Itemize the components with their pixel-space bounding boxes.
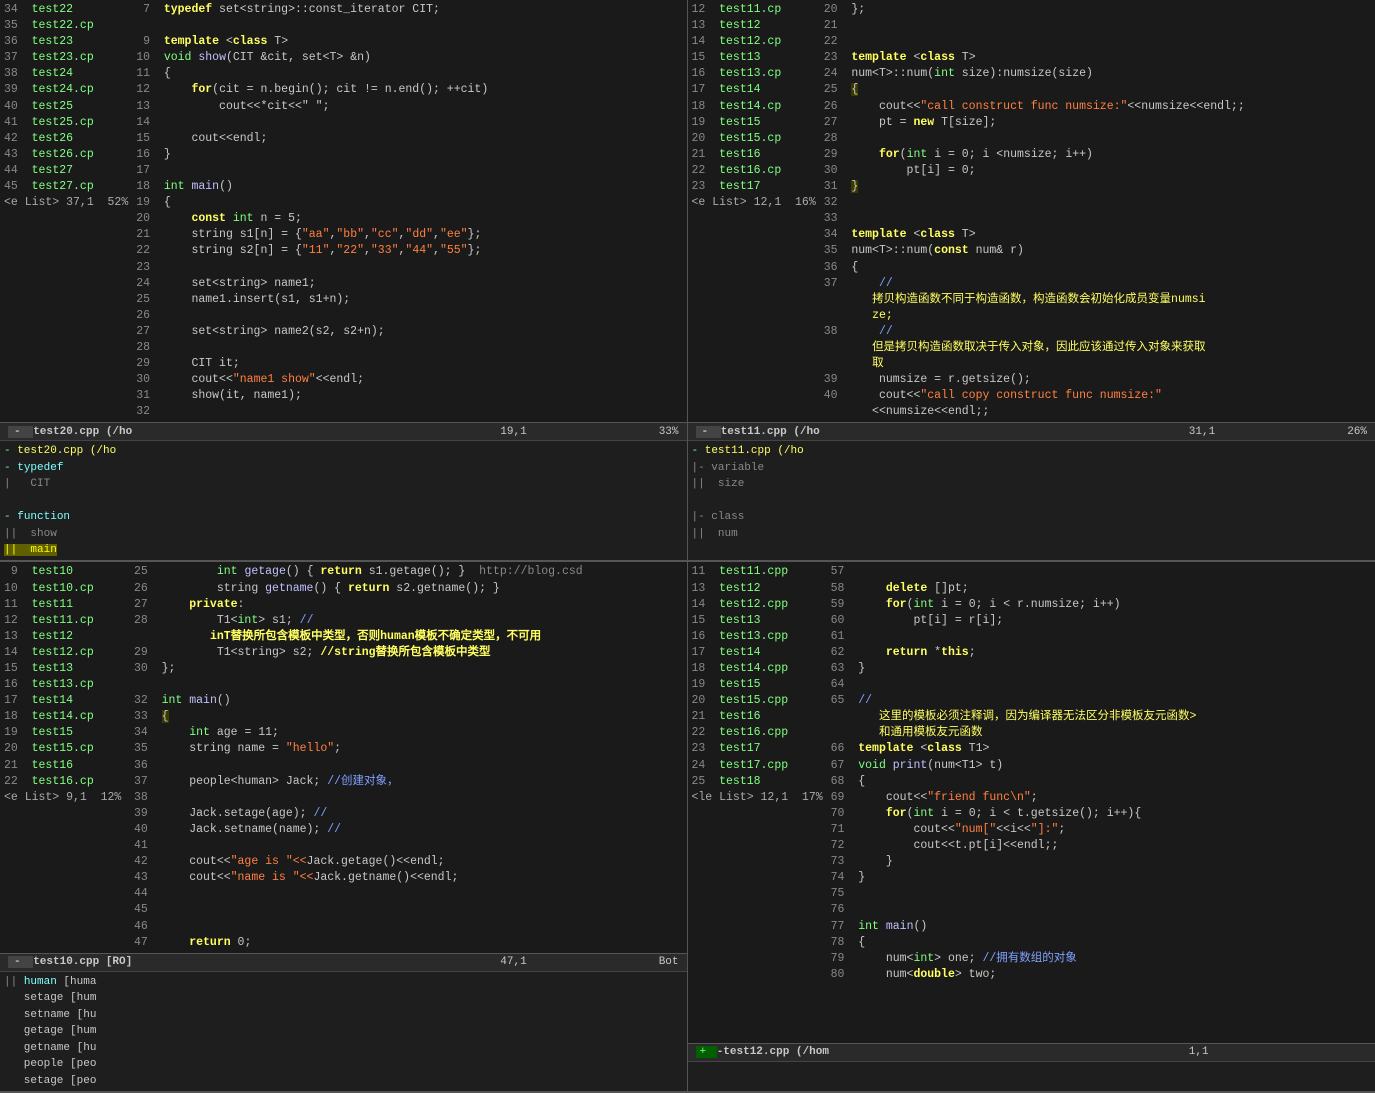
top-right-content: 12 test11.cp 13 test12 14 test12.cp 15 t…	[688, 0, 1375, 422]
top-right-status-pos: 31,1 26%	[1189, 426, 1367, 438]
bottom-right-content: 11 test11.cpp 13 test12 14 test12.cpp 15…	[688, 562, 1375, 1042]
bottom-left-filelist: 9 test10 10 test10.cp 11 test11 12 test1…	[0, 562, 130, 952]
bottom-right-pane: 11 test11.cpp 13 test12 14 test12.cpp 15…	[688, 562, 1375, 1090]
bottom-left-status-pos: 47,1 Bot	[500, 956, 678, 968]
top-left-status: - test20.cpp (/ho 19,1 33%	[0, 422, 687, 440]
top-row: 34 test22 35 test22.cp 36 test23 37 test…	[0, 0, 1375, 562]
top-left-status-left: - test20.cpp (/ho	[8, 426, 132, 438]
bottom-right-code: 57 58 delete []pt; 59 for(int i = 0; i <…	[827, 562, 1375, 1042]
top-right-pane: 12 test11.cp 13 test12 14 test12.cp 15 t…	[688, 0, 1375, 560]
bottom-right-status-pos: 1,1	[1189, 1046, 1367, 1058]
bottom-right-status-left: + -test12.cpp (/hom	[696, 1046, 829, 1058]
bottom-left-status: - test10.cpp [RO] 47,1 Bot	[0, 953, 687, 971]
bottom-right-tags	[688, 1061, 1375, 1091]
top-left-pane: 34 test22 35 test22.cp 36 test23 37 test…	[0, 0, 688, 560]
bottom-right-filelist: 11 test11.cpp 13 test12 14 test12.cpp 15…	[688, 562, 827, 1042]
bottom-left-tags: || human [huma setage [hum setname [hu g…	[0, 971, 687, 1091]
top-left-content: 34 test22 35 test22.cp 36 test23 37 test…	[0, 0, 687, 422]
bottom-left-content: 9 test10 10 test10.cp 11 test11 12 test1…	[0, 562, 687, 952]
top-left-filelist: 34 test22 35 test22.cp 36 test23 37 test…	[0, 0, 132, 422]
main-container: 34 test22 35 test22.cp 36 test23 37 test…	[0, 0, 1375, 836]
top-left-status-pos: 19,1 33%	[500, 426, 678, 438]
top-left-tags: - test20.cpp (/ho - typedef | CIT - func…	[0, 440, 687, 560]
top-right-code: 20 }; 21 22 23 template <class T> 24 num…	[820, 0, 1375, 422]
top-right-status-left: - test11.cpp (/ho	[696, 426, 820, 438]
top-right-filelist: 12 test11.cp 13 test12 14 test12.cp 15 t…	[688, 0, 820, 422]
bottom-left-status-left: - test10.cpp [RO]	[8, 956, 132, 968]
top-left-code: 7 typedef set<string>::const_iterator CI…	[132, 0, 686, 422]
bottom-right-status: + -test12.cpp (/hom 1,1	[688, 1043, 1375, 1061]
top-right-tags: - test11.cpp (/ho |- variable || size |-…	[688, 440, 1375, 560]
bottom-left-pane: 9 test10 10 test10.cp 11 test11 12 test1…	[0, 562, 688, 1090]
top-right-status: - test11.cpp (/ho 31,1 26%	[688, 422, 1375, 440]
bottom-row: 9 test10 10 test10.cp 11 test11 12 test1…	[0, 562, 1375, 1092]
bottom-left-code: 25 int getage() { return s1.getage(); } …	[130, 562, 687, 952]
